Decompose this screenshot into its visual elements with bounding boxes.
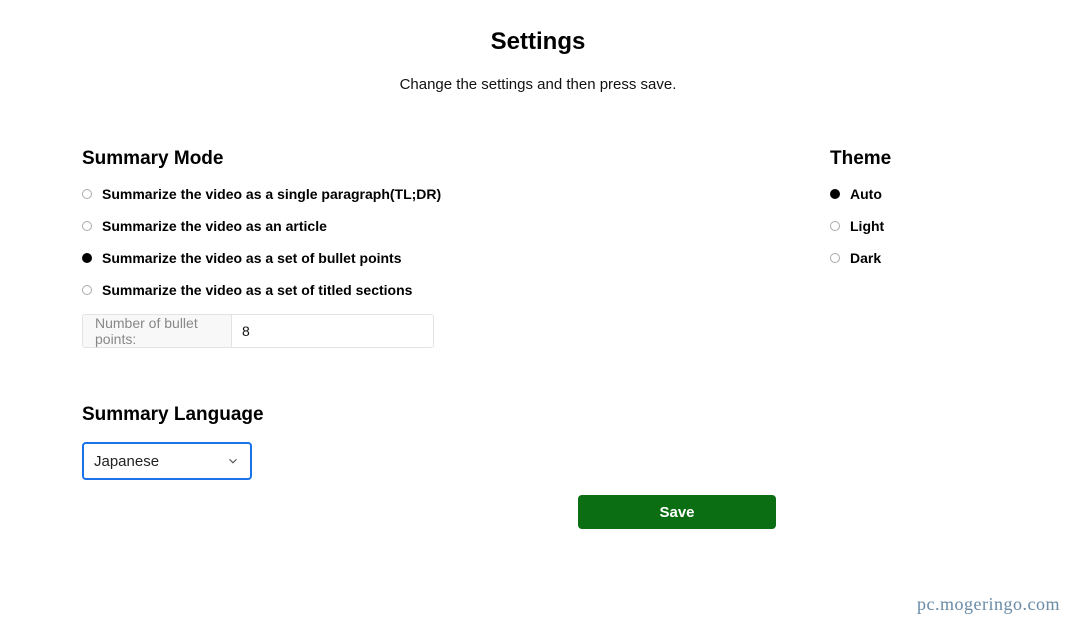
theme-option-dark[interactable]: Dark	[830, 250, 990, 266]
language-select-value: Japanese	[94, 453, 159, 470]
theme-option-light[interactable]: Light	[830, 218, 990, 234]
radio-label: Summarize the video as a set of bullet p…	[102, 250, 402, 266]
save-button[interactable]: Save	[578, 495, 776, 529]
bullet-count-label: Number of bullet points:	[83, 315, 232, 347]
summary-mode-heading: Summary Mode	[82, 148, 602, 170]
summary-mode-option-paragraph[interactable]: Summarize the video as a single paragrap…	[82, 186, 602, 202]
radio-icon	[82, 253, 92, 263]
page-title: Settings	[0, 28, 1076, 56]
radio-label: Summarize the video as a single paragrap…	[102, 186, 441, 202]
bullet-count-input[interactable]	[232, 315, 433, 347]
radio-icon	[82, 285, 92, 295]
radio-label: Summarize the video as a set of titled s…	[102, 282, 412, 298]
radio-icon	[830, 189, 840, 199]
radio-icon	[830, 221, 840, 231]
page-subtitle: Change the settings and then press save.	[0, 76, 1076, 93]
language-select[interactable]: Japanese	[82, 442, 252, 480]
bullet-count-group: Number of bullet points:	[82, 314, 434, 348]
summary-mode-option-bullets[interactable]: Summarize the video as a set of bullet p…	[82, 250, 602, 266]
summary-mode-option-article[interactable]: Summarize the video as an article	[82, 218, 602, 234]
summary-mode-option-sections[interactable]: Summarize the video as a set of titled s…	[82, 282, 602, 298]
summary-language-heading: Summary Language	[82, 404, 602, 426]
radio-label: Light	[850, 218, 884, 234]
theme-option-auto[interactable]: Auto	[830, 186, 990, 202]
radio-icon	[82, 221, 92, 231]
chevron-down-icon	[226, 454, 240, 468]
radio-label: Dark	[850, 250, 881, 266]
radio-label: Summarize the video as an article	[102, 218, 327, 234]
radio-label: Auto	[850, 186, 882, 202]
theme-heading: Theme	[830, 148, 990, 170]
radio-icon	[82, 189, 92, 199]
radio-icon	[830, 253, 840, 263]
